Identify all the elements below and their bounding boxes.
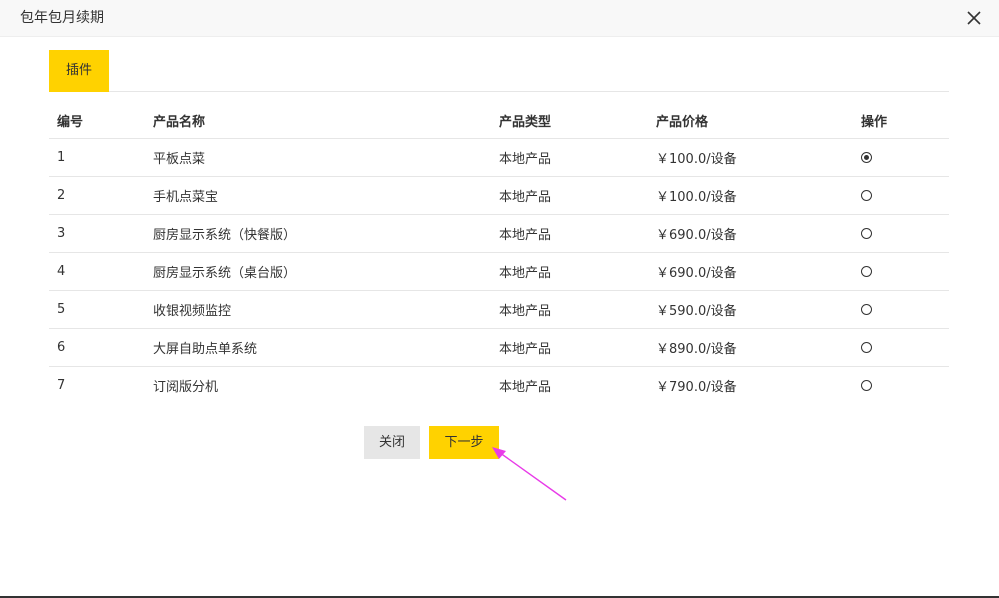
row-product-price: ￥100.0/设备 bbox=[656, 176, 861, 215]
row-product-type: 本地产品 bbox=[499, 176, 656, 215]
select-radio[interactable] bbox=[861, 380, 872, 391]
header-action: 操作 bbox=[861, 102, 949, 139]
row-id: 3 bbox=[49, 214, 153, 253]
select-radio[interactable] bbox=[861, 152, 872, 163]
header-name: 产品名称 bbox=[153, 102, 499, 139]
row-product-type: 本地产品 bbox=[499, 214, 656, 253]
row-id: 7 bbox=[57, 378, 66, 393]
tab-plugin[interactable]: 插件 bbox=[49, 50, 109, 92]
row-action bbox=[861, 367, 949, 405]
renewal-dialog: 包年包月续期 插件 编号 产品名称 产品类型 产品价格 操作 1 平板点菜 本地产品… bbox=[0, 0, 999, 598]
row-id: 4 bbox=[49, 252, 153, 291]
table-header-row: 编号 产品名称 产品类型 产品价格 操作 bbox=[49, 102, 949, 139]
row-action bbox=[861, 252, 949, 291]
row-product-price: ￥590.0/设备 bbox=[656, 290, 861, 329]
row-product-price: ￥690.0/设备 bbox=[656, 214, 861, 253]
table-row: 1 平板点菜 本地产品 ￥100.0/设备 bbox=[49, 138, 949, 177]
table-row: 4 厨房显示系统（桌台版） 本地产品 ￥690.0/设备 bbox=[49, 252, 949, 291]
select-radio[interactable] bbox=[861, 190, 872, 201]
row-product-type: 本地产品 bbox=[499, 328, 656, 367]
row-product-type: 本地产品 bbox=[499, 252, 656, 291]
select-radio[interactable] bbox=[861, 342, 872, 353]
select-radio[interactable] bbox=[861, 228, 872, 239]
close-button[interactable]: 关闭 bbox=[364, 426, 420, 459]
table-row: 3 厨房显示系统（快餐版） 本地产品 ￥690.0/设备 bbox=[49, 214, 949, 253]
row-action bbox=[861, 290, 949, 329]
annotation-arrow-icon bbox=[492, 447, 567, 501]
row-product-type: 本地产品 bbox=[499, 290, 656, 329]
table-row: 2 手机点菜宝 本地产品 ￥100.0/设备 bbox=[49, 176, 949, 215]
row-product-price: ￥890.0/设备 bbox=[656, 328, 861, 367]
row-product-name: 厨房显示系统（快餐版） bbox=[153, 214, 499, 253]
next-step-button[interactable]: 下一步 bbox=[429, 426, 499, 459]
row-product-name: 收银视频监控 bbox=[153, 290, 499, 329]
dialog-title: 包年包月续期 bbox=[20, 10, 104, 26]
product-table: 编号 产品名称 产品类型 产品价格 操作 1 平板点菜 本地产品 ￥100.0/设备 2… bbox=[49, 102, 949, 404]
row-product-price: ￥690.0/设备 bbox=[656, 252, 861, 291]
row-product-name: 大屏自助点单系统 bbox=[153, 328, 499, 367]
row-action bbox=[861, 328, 949, 367]
tab-bar: 插件 bbox=[49, 50, 949, 92]
row-product-name: 手机点菜宝 bbox=[153, 176, 499, 215]
dialog-titlebar: 包年包月续期 bbox=[0, 0, 999, 37]
row-product-name: 订阅版分机 bbox=[153, 380, 219, 395]
header-type: 产品类型 bbox=[499, 102, 656, 139]
row-product-price: ￥790.0/设备 bbox=[656, 380, 737, 395]
row-id: 6 bbox=[49, 328, 153, 367]
close-icon[interactable] bbox=[965, 9, 983, 27]
header-id: 编号 bbox=[49, 102, 153, 139]
header-price: 产品价格 bbox=[656, 102, 861, 139]
row-id: 1 bbox=[49, 138, 153, 177]
table-row: 6 大屏自助点单系统 本地产品 ￥890.0/设备 bbox=[49, 328, 949, 367]
row-id: 5 bbox=[49, 290, 153, 329]
table-row: 7 订阅版分机 本地产品 ￥790.0/设备 bbox=[49, 367, 949, 405]
table-row: 5 收银视频监控 本地产品 ￥590.0/设备 bbox=[49, 290, 949, 329]
select-radio[interactable] bbox=[861, 304, 872, 315]
row-action bbox=[861, 214, 949, 253]
row-product-type: 本地产品 bbox=[499, 138, 656, 177]
select-radio[interactable] bbox=[861, 266, 872, 277]
row-product-price: ￥100.0/设备 bbox=[656, 138, 861, 177]
row-product-name: 平板点菜 bbox=[153, 138, 499, 177]
row-product-name: 厨房显示系统（桌台版） bbox=[153, 252, 499, 291]
row-action bbox=[861, 138, 949, 177]
row-id: 2 bbox=[49, 176, 153, 215]
row-product-type: 本地产品 bbox=[499, 380, 552, 395]
row-action bbox=[861, 176, 949, 215]
